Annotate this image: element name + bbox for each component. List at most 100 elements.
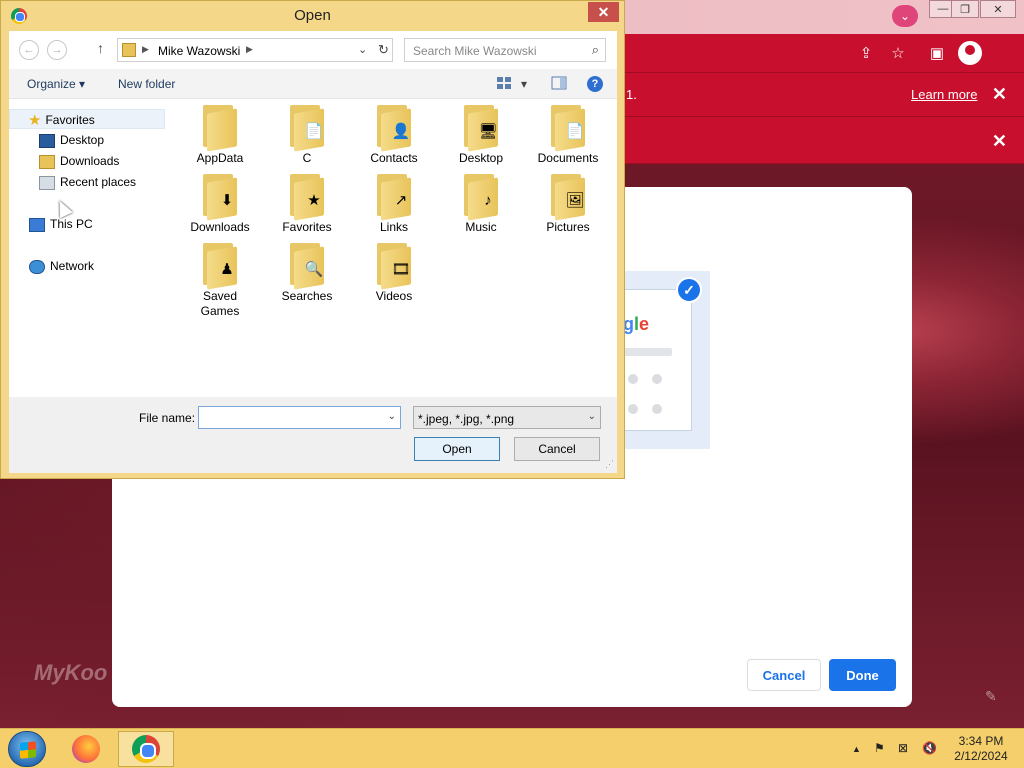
file-type-value: *.jpeg, *.jpg, *.png: [418, 412, 515, 426]
taskbar-chrome[interactable]: [118, 731, 174, 767]
back-button[interactable]: ←: [19, 40, 39, 60]
folder-badge-icon: 🖼: [565, 192, 585, 209]
illustration-dot: [628, 374, 638, 384]
downloads-icon: [39, 154, 55, 169]
folder-badge-icon: 🎞: [391, 261, 411, 278]
bookmark-star-icon[interactable]: ☆: [887, 42, 909, 64]
folder-item[interactable]: 🔍 Searches: [267, 241, 347, 304]
forward-button[interactable]: →: [47, 40, 67, 60]
file-dialog-footer: File name: ⌄ *.jpeg, *.jpg, *.png ⌄ Open…: [9, 397, 617, 473]
tray-expand-icon[interactable]: ▲: [852, 744, 861, 754]
organize-button[interactable]: Organize ▾: [27, 77, 85, 91]
infobar-secondary-close-icon[interactable]: ✕: [992, 131, 1007, 152]
action-center-flag-icon[interactable]: ⚑: [874, 741, 885, 755]
folder-badge-icon: ♪: [484, 191, 492, 209]
open-file-dialog: Open ✕ ← → ↑ ▶ Mike Wazowski ▶ ⌄ ↻ Searc…: [0, 0, 625, 479]
dialog-close-button[interactable]: ✕: [588, 2, 619, 22]
folder-item[interactable]: 🎞 Videos: [354, 241, 434, 304]
folder-icon: ★: [288, 172, 326, 221]
folder-item[interactable]: ↗ Links: [354, 172, 434, 235]
new-folder-button[interactable]: New folder: [118, 77, 175, 91]
taskbar-firefox[interactable]: [58, 731, 114, 767]
change-view-icon[interactable]: [496, 76, 512, 90]
folder-item[interactable]: ★ Favorites: [267, 172, 347, 235]
crumb-separator-icon[interactable]: ▶: [246, 44, 253, 55]
preview-pane-icon[interactable]: [551, 76, 567, 90]
illustration-dot: [628, 404, 638, 414]
avatar[interactable]: [958, 41, 982, 65]
folder-icon: ⬇: [201, 172, 239, 221]
folder-item[interactable]: ⬇ Downloads: [180, 172, 260, 235]
view-dropdown-icon[interactable]: ▾: [521, 77, 527, 91]
folder-icon: 🔍: [288, 241, 326, 290]
file-name-label: File name:: [139, 411, 196, 425]
nav-item-desktop[interactable]: Desktop: [9, 130, 104, 150]
folder-label: Desktop: [458, 151, 504, 165]
google-cancel-button[interactable]: Cancel: [747, 659, 821, 691]
learn-more-link[interactable]: Learn more: [911, 87, 977, 102]
network-icon: [29, 259, 45, 274]
share-icon[interactable]: ⇪: [855, 42, 877, 64]
folder-icon: 👤: [375, 103, 413, 152]
help-icon[interactable]: ?: [587, 76, 603, 92]
crumb-separator-icon[interactable]: ▶: [142, 44, 149, 55]
clock-time: 3:34 PM: [958, 734, 1004, 748]
folder-badge-icon: ★: [307, 192, 321, 209]
nav-item-label: Desktop: [60, 133, 105, 147]
nav-item-label: This PC: [50, 217, 93, 231]
nav-item-favorites[interactable]: ★ Favorites: [9, 109, 165, 129]
chrome-icon: [132, 735, 160, 763]
nav-item-label: Downloads: [60, 154, 120, 168]
folder-item[interactable]: 👤 Contacts: [354, 103, 434, 166]
search-input[interactable]: Search Mike Wazowski ⌕: [404, 38, 606, 62]
infobar-close-icon[interactable]: ✕: [992, 84, 1007, 105]
folder-item[interactable]: 📄 C: [267, 103, 347, 166]
command-bar: Organize ▾ New folder ▾ ?: [9, 69, 617, 99]
address-dropdown-icon[interactable]: ⌄: [358, 43, 367, 56]
address-crumb[interactable]: Mike Wazowski: [158, 44, 240, 58]
side-panel-icon[interactable]: ▣: [926, 42, 948, 64]
cancel-button[interactable]: Cancel: [514, 437, 600, 461]
nav-item-recent-places[interactable]: Recent places: [9, 172, 136, 192]
address-bar[interactable]: ▶ Mike Wazowski ▶ ⌄ ↻: [117, 38, 393, 62]
nav-item-downloads[interactable]: Downloads: [9, 151, 119, 171]
navigation-pane: ★ Favorites Desktop Downloads Recent plac…: [9, 99, 167, 399]
folder-badge-icon: 👤: [391, 123, 411, 140]
google-done-button[interactable]: Done: [829, 659, 896, 691]
network-status-icon[interactable]: ⊠: [898, 741, 908, 755]
folder-label: Saved Games: [200, 289, 240, 318]
window-close-button[interactable]: ✕: [980, 0, 1016, 18]
star-icon: ★: [28, 111, 42, 129]
nav-item-this-pc[interactable]: This PC: [9, 214, 93, 234]
folder-icon: 📄: [549, 103, 587, 152]
system-clock[interactable]: 3:34 PM 2/12/2024: [948, 734, 1014, 764]
file-name-input[interactable]: ⌄: [198, 406, 401, 429]
folder-badge-icon: 🖥: [478, 123, 498, 140]
restore-button[interactable]: ❐: [951, 0, 979, 18]
volume-muted-icon[interactable]: 🔇: [922, 741, 937, 755]
folder-item[interactable]: 📄 Documents: [528, 103, 608, 166]
open-button[interactable]: Open: [414, 437, 500, 461]
folder-item[interactable]: 🖼 Pictures: [528, 172, 608, 235]
file-type-dropdown-icon[interactable]: ⌄: [588, 411, 596, 422]
start-button[interactable]: [8, 731, 46, 767]
nav-item-network[interactable]: Network: [9, 256, 94, 276]
recent-places-icon: [39, 175, 55, 190]
folder-item[interactable]: AppData: [180, 103, 260, 166]
up-button[interactable]: ↑: [97, 40, 104, 56]
refresh-icon[interactable]: ↻: [378, 42, 389, 58]
folder-item[interactable]: ♪ Music: [441, 172, 521, 235]
resize-grip-icon[interactable]: ⋰: [605, 459, 614, 470]
search-icon[interactable]: ⌕: [592, 42, 599, 58]
folder-label: Contacts: [370, 151, 418, 165]
file-name-dropdown-icon[interactable]: ⌄: [388, 411, 396, 422]
folder-item[interactable]: 🖥 Desktop: [441, 103, 521, 166]
pencil-icon[interactable]: ✎: [985, 688, 997, 705]
folder-item[interactable]: ♟ Saved Games: [180, 241, 260, 319]
folder-label: Favorites: [282, 220, 332, 234]
profile-menu-button[interactable]: ⌄: [892, 5, 918, 27]
file-type-select[interactable]: *.jpeg, *.jpg, *.png ⌄: [413, 406, 601, 429]
file-list: AppData 📄 C 👤 Contacts 🖥 Desktop 📄 Documents ⬇ Dow…: [169, 103, 614, 403]
infobar-text: 1.: [626, 87, 637, 102]
firefox-icon: [72, 735, 100, 763]
